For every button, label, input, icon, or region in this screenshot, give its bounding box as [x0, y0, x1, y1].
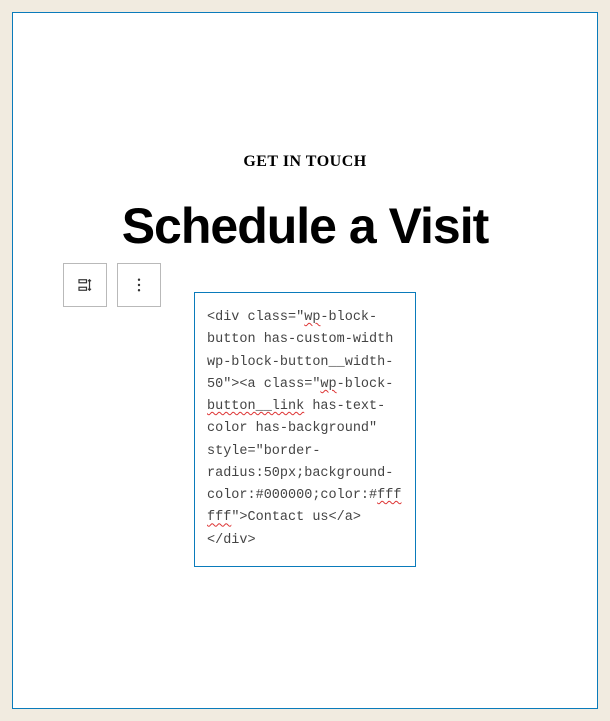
code-seg: ">Contact us</a></div> — [207, 510, 361, 547]
reorder-icon — [76, 276, 94, 294]
eyebrow-text[interactable]: GET IN TOUCH — [37, 153, 573, 171]
reorder-button[interactable] — [63, 263, 107, 307]
code-seg: <div class=" — [207, 310, 304, 325]
more-options-button[interactable] — [117, 263, 161, 307]
page-heading[interactable]: Schedule a Visit — [37, 199, 573, 254]
block-content: GET IN TOUCH Schedule a Visit <div class… — [37, 153, 573, 567]
block-toolbar — [63, 263, 161, 307]
code-seg: has-text-color has-background" style="bo… — [207, 399, 393, 503]
more-vertical-icon — [130, 276, 148, 294]
custom-html-block[interactable]: <div class="wp-block-button has-custom-w… — [194, 292, 416, 567]
code-spellerr: wp — [320, 377, 336, 392]
code-spellerr: button__link — [207, 399, 304, 414]
code-seg: -block- — [337, 377, 394, 392]
editor-canvas[interactable]: GET IN TOUCH Schedule a Visit <div class… — [12, 12, 598, 709]
code-spellerr: wp — [304, 310, 320, 325]
